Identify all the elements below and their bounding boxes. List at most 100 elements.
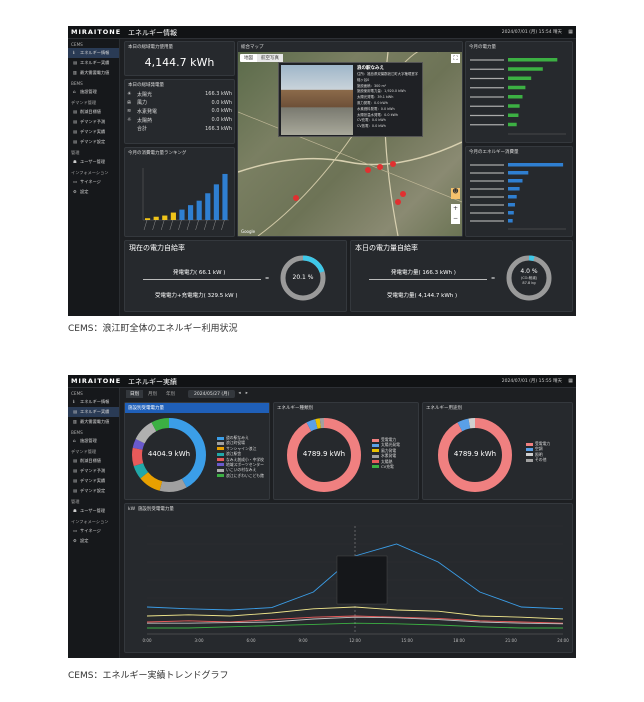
monthly-energy-chart — [470, 163, 566, 230]
datetime-weather: 2024/07/01 (月) 15:55 晴天 — [501, 379, 562, 384]
hbar — [508, 179, 523, 183]
sidebar-item[interactable]: ▥ 最大需要電力値 — [68, 68, 119, 78]
map-tab-map[interactable]: 地図 — [240, 54, 257, 62]
prev-arrow-icon[interactable]: ◂ — [236, 390, 242, 398]
map-tab-aerial[interactable]: 航空写真 — [257, 54, 283, 62]
tooltip — [336, 555, 388, 605]
popup-line: 住所：福島県双葉郡浪江町大字権現堂字 — [357, 72, 419, 76]
fraction-line — [143, 279, 261, 280]
generation-panel: 本日の総域発電量 ☀ 太陽光 166.3 kWh ✇ 風力 0.0 kWh ≋ 水素発電 0.0… — [124, 79, 235, 144]
sidebar-group: インフォメーション — [71, 170, 109, 175]
sidebar-item[interactable]: ▤ エネルギー実績 — [68, 407, 119, 417]
facility-photo — [281, 65, 353, 135]
sidebar-item[interactable]: ▥ 最大需要電力値 — [68, 417, 119, 427]
generation-row: ☀ 太陽光 166.3 kWh — [125, 90, 234, 99]
period-tabs: 日別 月別 年別 2024/05/27 (月) ◂ ▸ — [126, 390, 250, 398]
legend-swatch — [217, 463, 224, 467]
top-bar: MIRAITONE エネルギー情報 2024/07/01 (月) 15:54 晴… — [68, 26, 576, 39]
sidebar-item[interactable]: ▤ デマンド実績 — [68, 127, 119, 137]
type-donut-panel: エネルギー種類別 4789.9 kWh 受電電力 太陽光発電 風力発電 水素発電 太陽熱… — [273, 402, 419, 500]
self1-pct: 20.1 % — [292, 274, 314, 281]
sidebar-item[interactable]: ▤ 削減目標値 — [68, 456, 119, 466]
tab-yearly[interactable]: 年別 — [162, 390, 179, 398]
sidebar-item-icon: ☗ — [73, 159, 77, 164]
legend-label: 道の駅なみえ — [226, 435, 249, 440]
map-pin — [390, 161, 396, 167]
next-arrow-icon[interactable]: ▸ — [244, 390, 250, 398]
sidebar-item-label: 施設管理 — [80, 438, 97, 443]
x-tick-label: 9:00 — [299, 638, 308, 643]
ranking-bar — [153, 216, 159, 220]
equals-sign: = — [491, 276, 496, 282]
popup-line: CV放電：0.0 kWh — [357, 124, 386, 129]
sidebar-item[interactable]: ▭ サイネージ — [68, 177, 119, 187]
sidebar-item[interactable]: ▤ デマンド設定 — [68, 486, 119, 496]
generation-icon: ☀ — [127, 91, 132, 98]
zoom-control[interactable]: + − — [451, 204, 460, 224]
sidebar-item[interactable]: ☗ ユーザー管理 — [68, 157, 119, 167]
sidebar-item[interactable]: ℹ エネルギー情報 — [68, 397, 119, 407]
sidebar-item-icon: ▤ — [73, 139, 77, 144]
sidebar-item[interactable]: ⌂ 施設管理 — [68, 436, 119, 446]
sidebar-item[interactable]: ℹ エネルギー情報 — [68, 48, 119, 58]
sidebar-item-icon: ▤ — [73, 458, 77, 463]
legend-item: 浪江にぎわいこども館 — [217, 473, 264, 478]
legend-label: その他 — [535, 457, 547, 463]
x-tick-label: 21:00 — [505, 638, 517, 643]
sidebar-group: デマンド管理 — [71, 100, 97, 105]
app-logo: MIRAITONE — [71, 28, 122, 36]
hbar — [508, 104, 520, 108]
energy-results-screenshot: MIRAITONE エネルギー実績 2024/07/01 (月) 15:55 晴… — [68, 375, 576, 658]
map-pin — [293, 195, 299, 201]
hbar — [508, 203, 515, 207]
sidebar-item-label: デマンド設定 — [80, 139, 106, 144]
menu-icon[interactable]: ▦ — [568, 378, 573, 384]
energy-info-screenshot: MIRAITONE エネルギー情報 2024/07/01 (月) 15:54 晴… — [68, 26, 576, 316]
type-donut-title: エネルギー種類別 — [277, 406, 313, 411]
fraction-line — [369, 279, 487, 280]
generation-icon: ☼ — [127, 117, 132, 124]
street-view-icon[interactable]: ☻ — [451, 188, 460, 199]
tab-daily[interactable]: 日別 — [126, 390, 143, 398]
self2-sub2: 87.8 kg — [522, 281, 536, 285]
self2-dem: 受電電力量( 4,144.7 kWh ) — [387, 293, 458, 299]
sidebar-item-label: エネルギー実績 — [80, 409, 110, 414]
x-tick-label: 3:00 — [195, 638, 204, 643]
hbar — [508, 95, 523, 99]
sidebar-item-icon: ▤ — [73, 478, 77, 483]
sidebar-item[interactable]: ▤ デマンド予測 — [68, 466, 119, 476]
hbar — [508, 171, 529, 175]
sidebar-item[interactable]: ▤ エネルギー実績 — [68, 58, 119, 68]
legend-swatch — [217, 441, 224, 445]
x-tick-label: 15:00 — [401, 638, 413, 643]
sidebar-item[interactable]: ▤ デマンド設定 — [68, 137, 119, 147]
legend-label: 空調 — [535, 446, 543, 452]
sidebar-item[interactable]: ⚙ 設定 — [68, 536, 119, 546]
ranking-bar — [196, 200, 202, 220]
usage-panel: 本日の総域電力使用量 4,144.7 kWh — [124, 41, 235, 76]
sidebar-item-icon: ▤ — [73, 109, 77, 114]
sidebar-item-icon: ▤ — [73, 60, 77, 65]
sidebar-item-icon: ⚙ — [73, 189, 77, 194]
sidebar: CEMS ℹ エネルギー情報 ▤ エネルギー実績 ▥ 最大需要電力値 BEMS ⌂ 施設管理 デマン… — [68, 39, 120, 316]
aerial-map[interactable]: 地図 航空写真 ⛶ ☻ + − Google 浪の駅なみえ 住所：福島県双葉郡浪江… — [237, 47, 463, 237]
date-picker[interactable]: 2024/05/27 (月) — [188, 390, 236, 398]
sidebar-item-icon: ▤ — [73, 468, 77, 473]
sidebar-item[interactable]: ⌂ 施設管理 — [68, 87, 119, 97]
fullscreen-icon[interactable]: ⛶ — [451, 54, 460, 63]
sidebar-item-icon: ▤ — [73, 119, 77, 124]
sidebar-item-label: 設定 — [80, 538, 89, 543]
generation-label: 太陽光 — [137, 91, 153, 98]
sidebar-item[interactable]: ▤ 削減目標値 — [68, 107, 119, 117]
sidebar-item[interactable]: ▤ デマンド実績 — [68, 476, 119, 486]
sidebar-item[interactable]: ▭ サイネージ — [68, 526, 119, 536]
legend-label: 地域スポーツセンター — [226, 461, 264, 467]
hbar — [508, 113, 519, 117]
sidebar-item[interactable]: ⚙ 設定 — [68, 187, 119, 197]
menu-icon[interactable]: ▦ — [568, 29, 573, 35]
sidebar-item[interactable]: ☗ ユーザー管理 — [68, 506, 119, 516]
sidebar-item[interactable]: ▤ デマンド予測 — [68, 117, 119, 127]
tab-monthly[interactable]: 月別 — [144, 390, 161, 398]
sidebar-group: 管理 — [71, 499, 80, 504]
sidebar-item-icon: ▥ — [73, 70, 77, 75]
